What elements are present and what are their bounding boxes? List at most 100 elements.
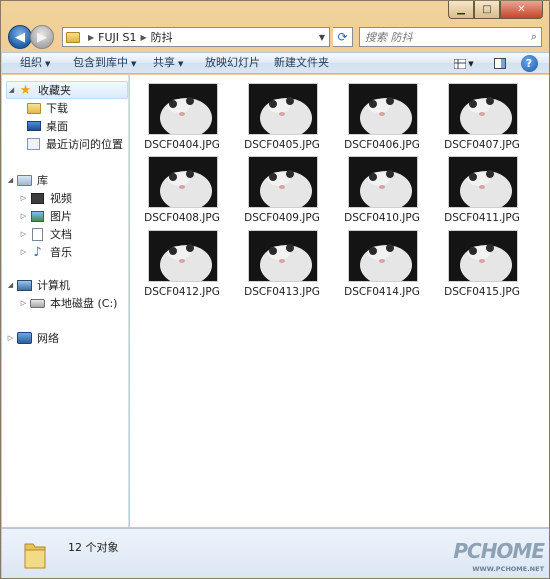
watermark: PCHOME WWW.PCHOME.NET [449,533,545,575]
slideshow-button[interactable]: 放映幻灯片 [205,53,260,74]
watermark-url: WWW.PCHOME.NET [472,565,544,573]
chevron-down-icon: ▼ [131,60,137,68]
breadcrumb-separator-icon[interactable]: ▶ [88,33,94,42]
refresh-button[interactable]: ⟳ [333,27,353,47]
maximize-button[interactable]: □ [474,1,500,19]
preview-pane-icon [494,58,506,69]
sidebar-item-libraries[interactable]: ◢ 库 [6,171,48,189]
sidebar-item-network[interactable]: ▷ 网络 [6,329,59,347]
include-in-library-label: 包含到库中 [73,56,128,69]
video-icon [31,192,44,204]
sidebar-item-label: 图片 [50,210,72,223]
cat-photo-icon [449,231,517,281]
new-folder-button[interactable]: 新建文件夹 [274,53,329,74]
photo-thumbnail [148,156,218,208]
collapse-arrow-icon[interactable]: ▷ [19,299,28,307]
cat-photo-icon [249,84,317,134]
cat-photo-icon [149,84,217,134]
search-icon[interactable]: ⌕ [531,30,537,44]
expand-arrow-icon[interactable]: ◢ [7,86,16,94]
drive-icon [30,298,45,308]
sidebar-item-videos[interactable]: ▷ 视频 [19,189,72,207]
file-item[interactable]: DSCF0404.JPG [141,83,221,153]
file-item[interactable]: DSCF0410.JPG [341,156,421,226]
file-item[interactable]: DSCF0415.JPG [441,230,521,300]
file-item[interactable]: DSCF0411.JPG [441,156,521,226]
file-name: DSCF0407.JPG [444,139,520,151]
expand-arrow-icon[interactable]: ◢ [6,281,15,289]
pictures-icon [31,210,44,222]
sidebar-item-music[interactable]: ▷ ♪ 音乐 [19,243,72,261]
breadcrumb-current[interactable]: 防抖 [151,29,173,45]
sidebar-item-favorites[interactable]: ◢ ★ 收藏夹 [6,81,128,99]
sidebar-item-computer[interactable]: ◢ 计算机 [6,276,70,294]
file-name: DSCF0411.JPG [444,212,520,224]
command-bar: 组织 ▼ 包含到库中 ▼ 共享 ▼ 放映幻灯片 新建文件夹 ▼ ? [2,52,549,74]
search-input[interactable] [360,28,520,46]
collapse-arrow-icon[interactable]: ▷ [19,212,28,220]
organize-menu[interactable]: 组织 ▼ [20,53,50,74]
file-item[interactable]: DSCF0407.JPG [441,83,521,153]
file-item[interactable]: DSCF0406.JPG [341,83,421,153]
sidebar-item-label: 视频 [50,192,72,205]
photo-thumbnail [348,230,418,282]
sidebar-item-desktop[interactable]: 桌面 [24,117,68,135]
search-box[interactable]: ⌕ [359,27,542,47]
file-name: DSCF0415.JPG [444,286,520,298]
file-item[interactable]: DSCF0413.JPG [241,230,321,300]
documents-icon [32,227,43,241]
preview-pane-button[interactable] [491,55,509,72]
star-icon: ★ [19,82,32,98]
organize-label: 组织 [20,56,42,69]
sidebar-item-recent-places[interactable]: 最近访问的位置 [24,135,123,153]
sidebar-item-label: 桌面 [46,120,68,133]
address-dropdown-icon[interactable]: ▼ [315,33,329,42]
close-button[interactable]: ✕ [500,1,543,19]
share-label: 共享 [153,56,175,69]
collapse-arrow-icon[interactable]: ▷ [19,230,28,238]
sidebar-item-label: 网络 [37,332,59,345]
minimize-icon: ▁ [457,4,465,15]
sidebar-item-label: 最近访问的位置 [46,138,123,151]
view-options-button[interactable]: ▼ [451,55,477,72]
collapse-arrow-icon[interactable]: ▷ [6,334,15,342]
sidebar-item-downloads[interactable]: 下载 [24,99,68,117]
cat-photo-icon [149,231,217,281]
music-icon: ♪ [33,244,42,260]
file-item[interactable]: DSCF0408.JPG [141,156,221,226]
photo-thumbnail [448,156,518,208]
breadcrumb-fuji[interactable]: FUJI S1 [98,31,136,44]
sidebar-item-label: 音乐 [50,246,72,259]
file-item[interactable]: DSCF0409.JPG [241,156,321,226]
forward-button[interactable]: ▶ [30,25,54,49]
sidebar-item-pictures[interactable]: ▷ 图片 [19,207,72,225]
back-button[interactable]: ◀ [8,25,32,49]
minimize-button[interactable]: ▁ [448,1,474,19]
file-item[interactable]: DSCF0414.JPG [341,230,421,300]
photo-thumbnail [348,156,418,208]
file-item[interactable]: DSCF0405.JPG [241,83,321,153]
network-icon [17,332,32,344]
navigation-pane: ◢ ★ 收藏夹 下载 桌面 最近访问的位置 ◢ 库 ▷ 视频 ▷ 图片 ▷ 文档… [2,75,129,527]
share-menu[interactable]: 共享 ▼ [153,53,183,74]
caption-buttons: ▁ □ ✕ [448,1,543,20]
address-bar[interactable]: ▶ FUJI S1 ▶ 防抖 ▼ [62,27,330,47]
sidebar-item-local-disk[interactable]: ▷ 本地磁盘 (C:) [19,294,118,312]
library-icon [17,174,32,186]
breadcrumb-separator-icon[interactable]: ▶ [141,33,147,42]
include-in-library-menu[interactable]: 包含到库中 ▼ [73,53,136,74]
cat-photo-icon [449,84,517,134]
recent-places-icon [27,138,40,150]
maximize-icon: □ [482,4,492,15]
sidebar-item-label: 收藏夹 [38,84,71,97]
collapse-arrow-icon[interactable]: ▷ [19,194,28,202]
photo-thumbnail [148,83,218,135]
expand-arrow-icon[interactable]: ◢ [6,176,15,184]
file-item[interactable]: DSCF0412.JPG [141,230,221,300]
refresh-icon: ⟳ [337,30,348,44]
sidebar-item-label: 文档 [50,228,72,241]
sidebar-item-documents[interactable]: ▷ 文档 [19,225,72,243]
help-button[interactable]: ? [520,55,538,72]
collapse-arrow-icon[interactable]: ▷ [19,248,28,256]
view-grid-icon [454,58,467,69]
